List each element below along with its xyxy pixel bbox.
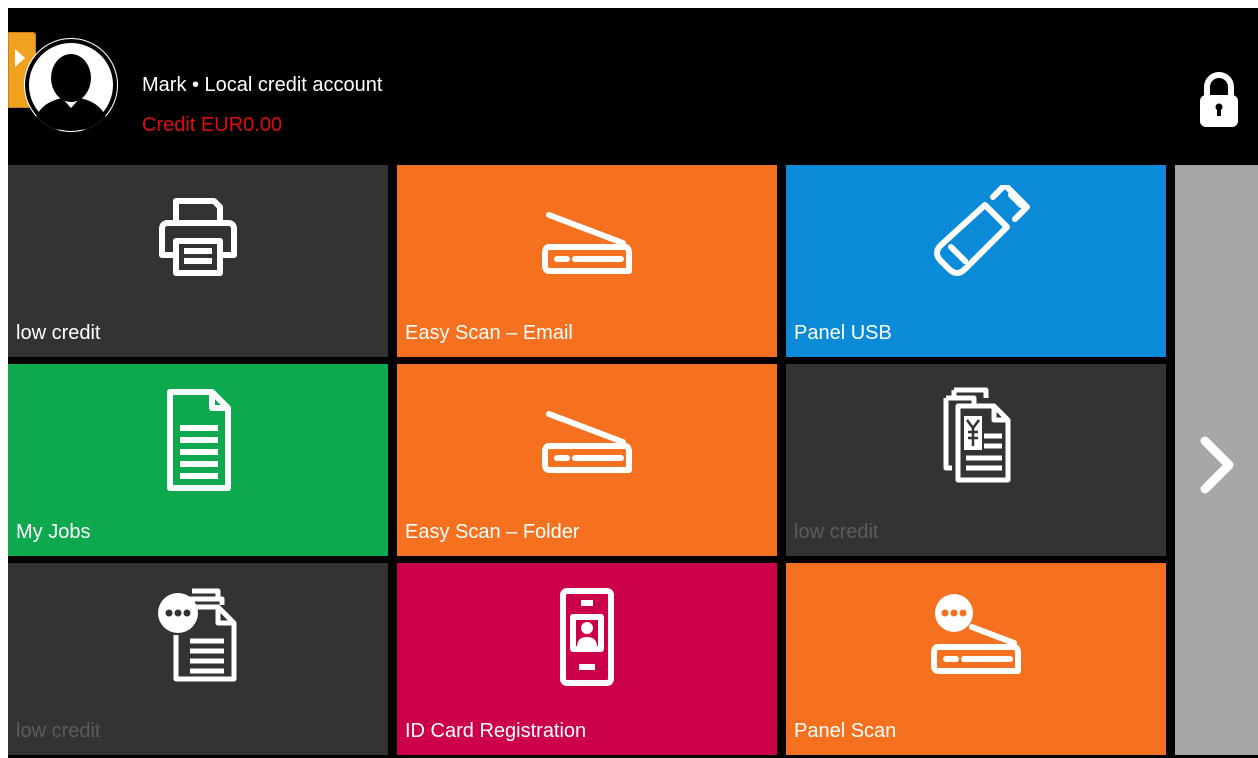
printer-icon [159,198,237,276]
tile-easy-scan-email[interactable]: Easy Scan – Email [397,165,777,357]
header-bar: Mark • Local credit account Credit EUR0.… [8,8,1258,160]
scanner-chat-icon [931,594,1021,674]
tile-print[interactable]: low credit [8,165,388,357]
tile-my-jobs[interactable]: My Jobs [8,364,388,556]
chevron-right-icon [1200,436,1234,494]
document-icon [167,389,231,491]
yen-documents-icon [943,387,1011,483]
credit-balance: Credit EUR0.00 [142,114,283,136]
scanner-icon [542,411,632,473]
tile-yen-documents[interactable]: low credit [786,364,1166,556]
tile-label: Panel USB [794,322,892,344]
scanner-icon [542,212,632,274]
tile-label: low credit [16,322,101,344]
tile-easy-scan-folder[interactable]: Easy Scan – Folder [397,364,777,556]
tile-label: Panel Scan [794,720,897,742]
tile-label: low credit [794,521,879,543]
expand-panel-icon [15,49,25,67]
tile-documents-chat[interactable]: low credit [8,563,388,755]
id-card-icon [560,588,614,686]
user-avatar[interactable] [24,38,118,132]
lock-icon [1200,72,1238,127]
tile-id-card-registration[interactable]: ID Card Registration [397,563,777,755]
user-account-name: Mark • Local credit account [142,74,383,96]
tile-label: Easy Scan – Folder [405,521,580,543]
usb-drive-icon [934,185,1030,276]
tile-label: My Jobs [16,521,91,543]
action-tiles-grid: low credit Easy Scan – Email Panel USB M… [8,165,1258,758]
terminal-screen: Mark • Local credit account Credit EUR0.… [8,8,1258,758]
tile-label: Easy Scan – Email [405,322,573,344]
tile-label: low credit [16,720,101,742]
lock-button[interactable] [1198,72,1240,133]
tile-panel-usb[interactable]: Panel USB [786,165,1166,357]
user-avatar-icon [24,38,118,132]
documents-chat-icon [158,588,237,682]
tile-label: ID Card Registration [405,720,587,742]
next-page-button[interactable] [1175,165,1258,755]
tile-panel-scan[interactable]: Panel Scan [786,563,1166,755]
